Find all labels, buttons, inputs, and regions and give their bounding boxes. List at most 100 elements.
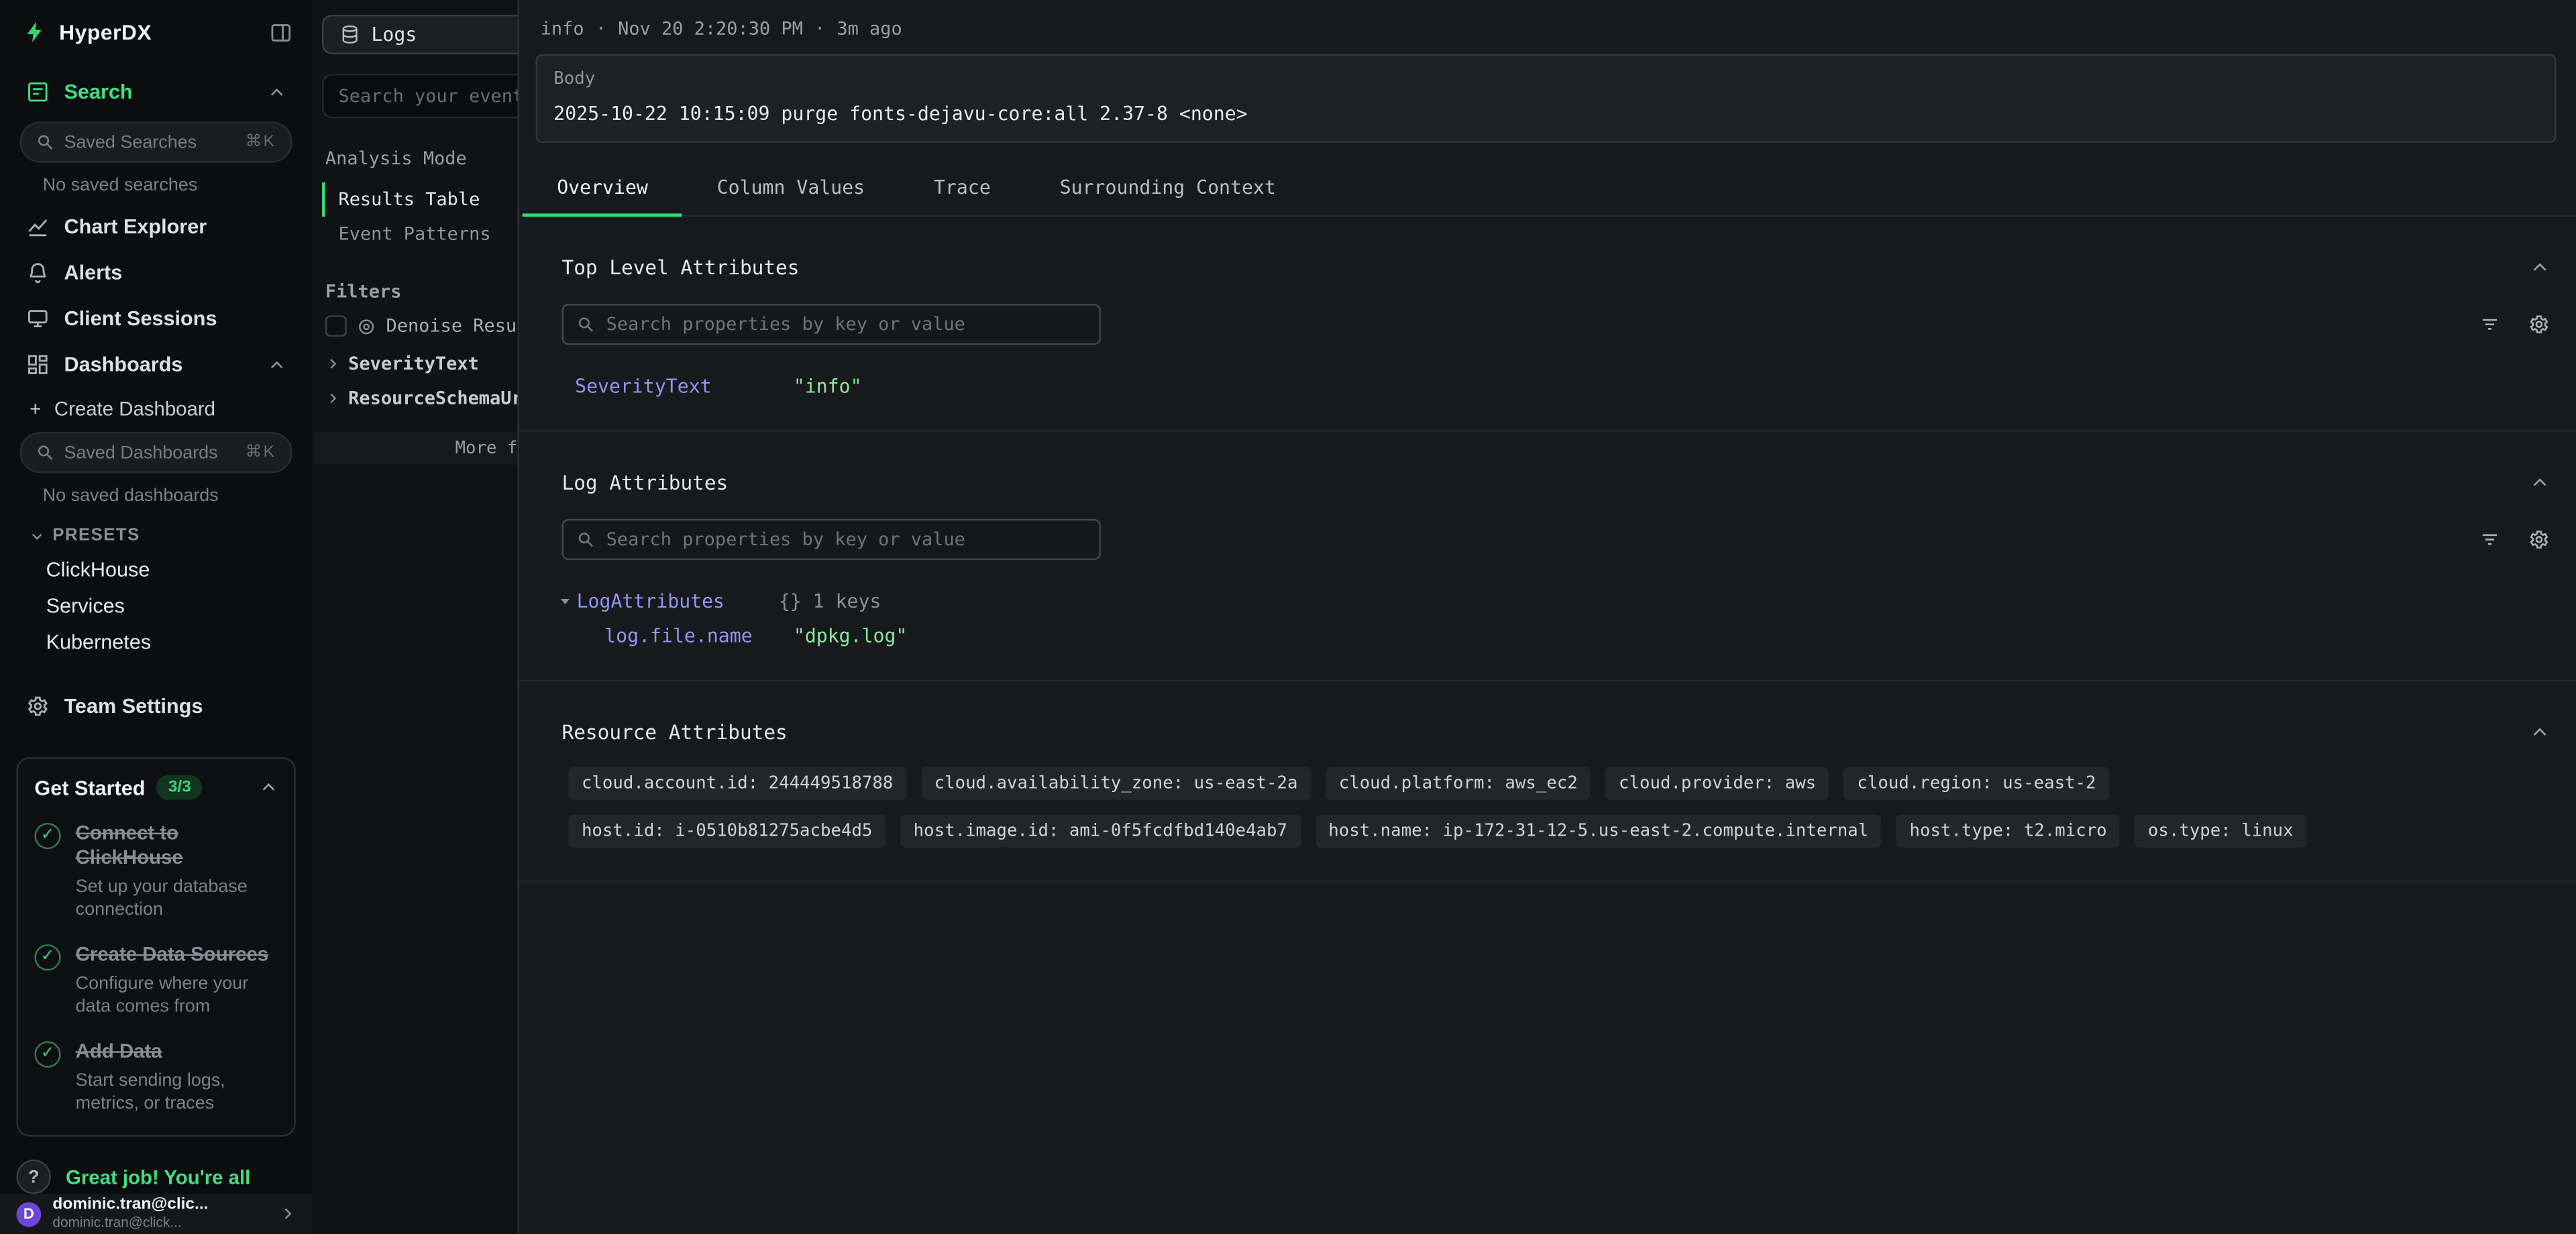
resource-pill[interactable]: host.name: ip-172-31-12-5.us-east-2.comp… [1316, 815, 1882, 848]
separator-dot: · [596, 18, 606, 40]
property-search-input[interactable] [606, 529, 1086, 551]
sidebar-item-label: Team Settings [64, 695, 203, 718]
chevron-up-icon[interactable] [268, 355, 286, 374]
attribute-key[interactable]: SeverityText [575, 374, 794, 397]
resource-pill[interactable]: host.id: i-0510b81275acbe4d5 [568, 815, 885, 848]
search-icon [36, 443, 54, 461]
gear-icon[interactable] [2528, 529, 2550, 551]
sidebar-item-dashboards[interactable]: Dashboards [16, 343, 295, 386]
sidebar-item-services[interactable]: Services [16, 590, 295, 622]
tab-trace[interactable]: Trace [900, 164, 1026, 217]
resource-pill[interactable]: cloud.region: us-east-2 [1844, 767, 2109, 800]
saved-dashboards-input[interactable]: Saved Dashboards ⌘K [19, 432, 292, 473]
attribute-row: SeverityText "info" [575, 374, 2550, 397]
filter-lines-icon[interactable] [2479, 529, 2501, 551]
resource-pill[interactable]: cloud.availability_zone: us-east-2a [921, 767, 1311, 800]
get-started-item[interactable]: ✓ Create Data Sources Configure where yo… [34, 943, 277, 1019]
source-selector-button[interactable]: Logs [322, 15, 517, 54]
sidebar-item-label: Chart Explorer [64, 215, 207, 238]
sidebar-item-label: Dashboards [64, 353, 183, 376]
monitor-icon [26, 307, 49, 330]
attribute-key[interactable]: LogAttributes [577, 590, 779, 612]
more-filters-button[interactable]: More filters [312, 432, 517, 465]
user-menu[interactable]: D dominic.tran@clic... dominic.tran@clic… [0, 1194, 312, 1233]
event-detail-pane: info · Nov 20 2:20:30 PM · 3m ago Body 2… [517, 0, 2576, 1233]
section-title: Top Level Attributes [562, 256, 800, 279]
no-saved-dashboards-text: No saved dashboards [16, 476, 295, 512]
source-selector-label: Logs [371, 23, 417, 46]
tab-column-values[interactable]: Column Values [682, 164, 899, 217]
plus-icon: + [30, 398, 41, 420]
denoise-checkbox[interactable] [325, 315, 347, 337]
dashboard-icon [26, 353, 49, 376]
attribute-row: log.file.name "dpkg.log" [575, 624, 2550, 647]
filter-lines-icon[interactable] [2479, 314, 2501, 335]
attribute-key[interactable]: log.file.name [604, 624, 794, 647]
resource-pill[interactable]: host.type: t2.micro [1896, 815, 2120, 848]
mode-event-patterns[interactable]: Event Patterns [322, 217, 517, 251]
get-started-item[interactable]: ✓ Connect to ClickHouse Set up your data… [34, 821, 277, 921]
search-icon [577, 530, 595, 549]
sidebar-item-label: Search [64, 80, 133, 103]
chevron-up-icon[interactable] [2530, 258, 2549, 277]
check-circle-icon: ✓ [34, 945, 60, 971]
attribute-tree-root[interactable]: LogAttributes {} 1 keys [575, 590, 2550, 612]
chevron-up-icon[interactable] [2530, 473, 2549, 492]
resource-pill[interactable]: cloud.platform: aws_ec2 [1326, 767, 1591, 800]
bell-icon [26, 261, 49, 284]
filter-group-severitytext[interactable]: SeverityText [322, 343, 517, 378]
presets-label: PRESETS [52, 526, 140, 545]
collapse-sidebar-icon[interactable] [270, 21, 292, 44]
database-icon [340, 25, 360, 44]
chevron-up-icon[interactable] [260, 779, 278, 797]
hyperdx-logo-icon [23, 19, 48, 44]
resource-pill[interactable]: os.type: linux [2135, 815, 2306, 848]
event-relative-time: 3m ago [837, 18, 902, 40]
get-started-item[interactable]: ✓ Add Data Start sending logs, metrics, … [34, 1040, 277, 1116]
resource-pill[interactable]: cloud.account.id: 244449518788 [568, 767, 906, 800]
tab-surrounding-context[interactable]: Surrounding Context [1025, 164, 1310, 217]
app-root: HyperDX Search Saved Searches ⌘K No save… [0, 0, 2576, 1233]
sidebar-item-search[interactable]: Search [16, 70, 295, 113]
get-started-item-desc: Start sending logs, metrics, or traces [76, 1070, 278, 1116]
create-dashboard-button[interactable]: + Create Dashboard [16, 386, 295, 424]
no-saved-searches-text: No saved searches [16, 166, 295, 202]
sidebar-item-client-sessions[interactable]: Client Sessions [16, 297, 295, 340]
chevron-up-icon[interactable] [2530, 723, 2549, 742]
presets-toggle[interactable]: PRESETS [16, 512, 295, 550]
help-button[interactable]: ? [16, 1160, 50, 1194]
tab-overview[interactable]: Overview [523, 164, 683, 217]
filter-group-resourceschemaurl[interactable]: ResourceSchemaUrl [322, 378, 517, 412]
get-started-item-desc: Configure where your data comes from [76, 972, 278, 1019]
sidebar-item-kubernetes[interactable]: Kubernetes [16, 626, 295, 659]
attribute-meta: {} 1 keys [779, 590, 881, 612]
sidebar-item-clickhouse[interactable]: ClickHouse [16, 553, 295, 586]
analysis-mode-label: Analysis Mode [325, 148, 518, 169]
attribute-value[interactable]: "info" [794, 374, 862, 397]
gear-icon[interactable] [2528, 314, 2550, 335]
property-search-input[interactable] [606, 314, 1086, 335]
attribute-value[interactable]: "dpkg.log" [794, 624, 908, 647]
user-names: dominic.tran@clic... dominic.tran@click.… [52, 1198, 208, 1230]
saved-searches-input[interactable]: Saved Searches ⌘K [19, 121, 292, 162]
user-email: dominic.tran@click... [52, 1216, 208, 1230]
event-search-input[interactable]: Search your event [322, 74, 517, 118]
sidebar-item-chart-explorer[interactable]: Chart Explorer [16, 205, 295, 248]
body-content: 2025-10-22 10:15:09 purge fonts-dejavu-c… [553, 102, 2538, 125]
resource-pill[interactable]: cloud.provider: aws [1605, 767, 1829, 800]
get-started-item-title: Connect to ClickHouse [76, 821, 270, 870]
resource-pill[interactable]: host.image.id: ami-0f5fcdfbd140e4ab7 [900, 815, 1301, 848]
avatar: D [16, 1201, 41, 1226]
property-search[interactable] [562, 304, 1101, 345]
property-search[interactable] [562, 519, 1101, 560]
chart-icon [26, 215, 49, 238]
chevron-up-icon[interactable] [268, 83, 286, 101]
get-started-progress-badge: 3/3 [157, 775, 203, 800]
sidebar-item-label: Client Sessions [64, 307, 217, 330]
mode-results-table[interactable]: Results Table [322, 182, 517, 217]
filter-group-label: SeverityText [348, 353, 479, 375]
sidebar-item-alerts[interactable]: Alerts [16, 251, 295, 294]
search-icon [36, 133, 54, 151]
get-started-card: Get Started 3/3 ✓ Connect to ClickHouse … [16, 757, 295, 1137]
sidebar-item-team-settings[interactable]: Team Settings [16, 685, 295, 728]
